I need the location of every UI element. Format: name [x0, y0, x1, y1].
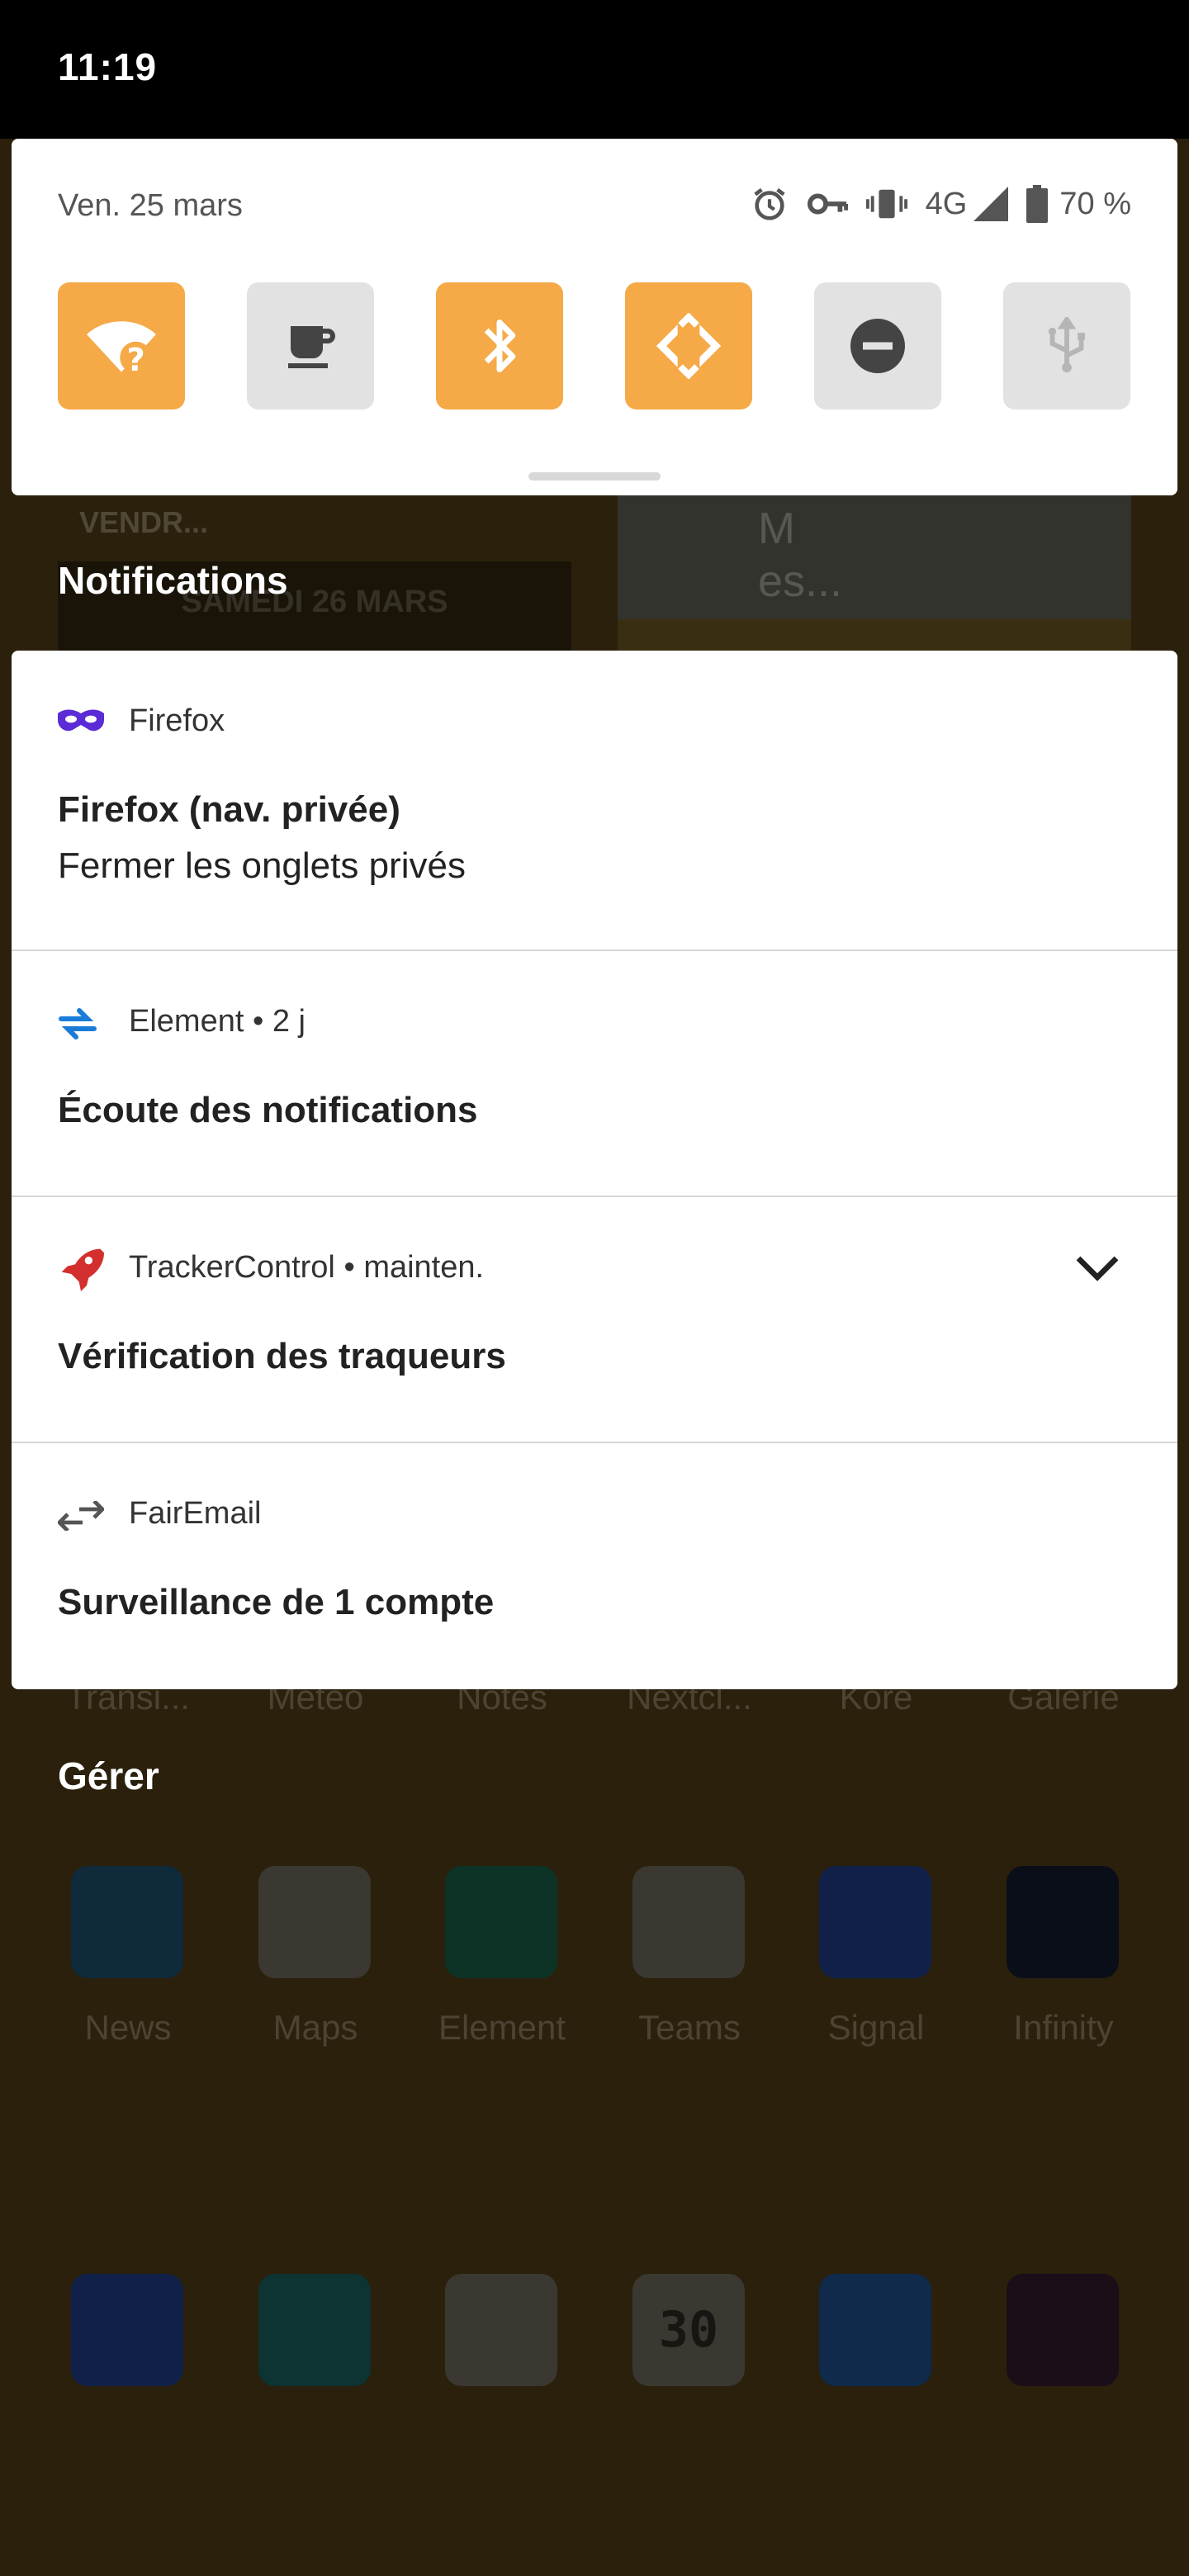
notification-title: Écoute des notifications [58, 1090, 478, 1130]
app-label: Transi... [65, 1678, 191, 1717]
notification-text: Fermer les onglets privés [58, 845, 466, 886]
qs-status-icons: 4G 70 % [751, 185, 1131, 223]
signal-app-icon [819, 1866, 931, 1978]
app-label: Element [438, 2008, 566, 2047]
notification-time: mainten. [363, 1250, 485, 1285]
notification-app-name: Firefox [129, 703, 225, 738]
clock: 11:19 [58, 45, 158, 88]
do-not-disturb-icon [850, 319, 905, 373]
app-label: Signal [827, 2008, 925, 2047]
bluetooth-tile[interactable] [436, 282, 563, 410]
messages-app-icon [258, 2274, 371, 2386]
notification-app-name: Element • 2 j [129, 1004, 306, 1039]
coffee-cup-icon [288, 326, 335, 368]
app-label: Notes [457, 1678, 547, 1717]
notes-widget: M es... [618, 495, 1131, 619]
notification-fairemail[interactable]: FairEmail Surveillance de 1 compte [12, 1442, 1177, 1689]
notes-widget-body [618, 619, 1131, 652]
status-bar: 11:19 [0, 0, 1189, 139]
battery-icon [1026, 185, 1049, 223]
expand-chevron-icon[interactable] [1075, 1255, 1120, 1286]
notification-title: Firefox (nav. privée) [58, 789, 400, 830]
email-app-icon [819, 2274, 931, 2386]
caffeine-tile[interactable] [247, 282, 374, 410]
app-label: Kore [839, 1678, 913, 1717]
app-label: Nextcl... [627, 1678, 752, 1717]
auto-rotate-icon [656, 313, 722, 379]
app-label: Maps [272, 2008, 358, 2047]
auto-rotate-tile[interactable] [625, 282, 752, 410]
usb-icon [1048, 317, 1085, 373]
signal-icon [973, 187, 1009, 221]
teams-app-icon [632, 1866, 745, 1978]
wifi-unknown-icon: ? [87, 321, 156, 379]
notes-widget-title: M es... [758, 504, 843, 606]
bluetooth-icon [484, 320, 516, 372]
usb-tile[interactable] [1003, 282, 1130, 410]
notifications-heading: Notifications [58, 559, 288, 602]
notification-title: Surveillance de 1 compte [58, 1582, 495, 1622]
notification-title: Vérification des traqueurs [58, 1336, 506, 1376]
do-not-disturb-tile[interactable] [814, 282, 941, 410]
contacts-app-icon [445, 2274, 557, 2386]
app-label: Météo [267, 1678, 364, 1717]
app-label: News [84, 2008, 172, 2047]
notification-app-name: TrackerControl • mainten. [129, 1250, 485, 1285]
infinity-app-icon [1007, 1866, 1119, 1978]
news-app-icon [71, 1866, 183, 1978]
manage-notifications-button[interactable]: Gérer [58, 1754, 159, 1798]
firefox-private-mask-icon [58, 707, 104, 737]
app-label: Galerie [1007, 1678, 1120, 1717]
app-label: Teams [638, 2008, 741, 2047]
calendar-day: 30 [658, 2301, 719, 2359]
app-label: Infinity [1013, 2008, 1114, 2047]
qs-date[interactable]: Ven. 25 mars [58, 188, 243, 224]
element-app-icon [58, 1007, 97, 1044]
notification-trackercontrol[interactable]: TrackerControl • mainten. Vérification d… [12, 1196, 1177, 1443]
fairemail-arrows-icon [56, 1499, 106, 1535]
notification-app-name: FairEmail [129, 1496, 262, 1531]
maps-app-icon [258, 1866, 371, 1978]
alarm-icon [751, 185, 789, 223]
notification-firefox[interactable]: Firefox Firefox (nav. privée) Fermer les… [12, 651, 1177, 951]
rocket-icon [58, 1245, 104, 1295]
qs-drag-handle[interactable] [528, 472, 661, 481]
svg-text:?: ? [126, 342, 144, 379]
network-type: 4G [925, 186, 968, 221]
calendar-app-icon: 30 [632, 2274, 745, 2386]
wifi-tile[interactable]: ? [58, 282, 185, 410]
notification-element[interactable]: Element • 2 j Écoute des notifications [12, 949, 1177, 1197]
battery-percentage: 70 % [1059, 186, 1131, 221]
element-app-icon [445, 1866, 557, 1978]
quick-settings-panel: Ven. 25 mars 4G 70 % ? [12, 139, 1177, 495]
firefox-app-icon [1007, 2274, 1119, 2386]
notification-time: 2 j [272, 1004, 306, 1039]
vibrate-icon [865, 186, 907, 222]
calendar-widget-day-label: VENDR... [79, 505, 209, 539]
phone-app-icon [71, 2274, 183, 2386]
vpn-key-icon [807, 187, 848, 220]
notifications-list: Firefox Firefox (nav. privée) Fermer les… [12, 651, 1177, 1689]
